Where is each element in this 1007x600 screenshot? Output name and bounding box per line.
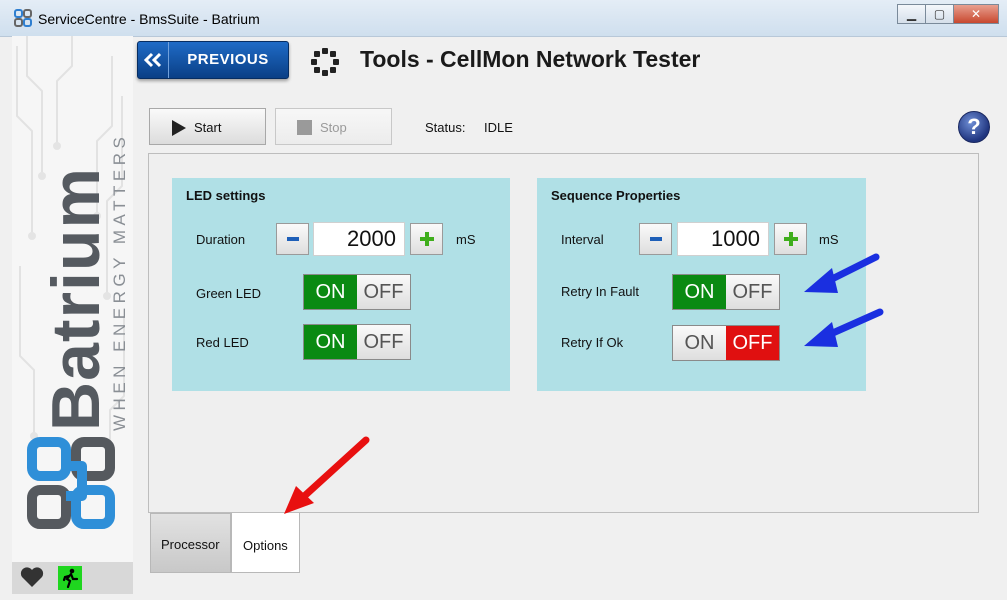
retry-in-fault-label: Retry In Fault [561, 284, 640, 299]
plus-icon [783, 232, 798, 246]
retry-in-fault-off[interactable]: OFF [726, 275, 779, 309]
plus-icon [419, 232, 434, 246]
window-controls: ▁ ▢ ✕ [897, 4, 999, 24]
heart-icon [20, 567, 44, 587]
red-led-on[interactable]: ON [304, 325, 357, 359]
tab-processor[interactable]: Processor [150, 513, 231, 573]
duration-decrement-button[interactable] [276, 223, 309, 255]
duration-unit: mS [456, 232, 476, 247]
stop-label: Stop [320, 120, 347, 135]
batrium-logo-icon [27, 437, 115, 529]
red-led-toggle[interactable]: ON OFF [303, 324, 411, 360]
interval-unit: mS [819, 232, 839, 247]
led-settings-title: LED settings [186, 188, 266, 203]
retry-in-fault-on[interactable]: ON [673, 275, 726, 309]
play-icon [172, 120, 186, 136]
page-title: Tools - CellMon Network Tester [360, 46, 701, 72]
previous-button[interactable]: PREVIOUS [137, 41, 289, 79]
stop-button[interactable]: Stop [275, 108, 392, 145]
sequence-properties-title: Sequence Properties [551, 188, 681, 203]
interval-label: Interval [561, 232, 604, 247]
minus-icon [649, 237, 662, 241]
close-button[interactable]: ✕ [953, 4, 999, 24]
red-led-off[interactable]: OFF [357, 325, 410, 359]
retry-if-ok-label: Retry If Ok [561, 335, 624, 350]
tools-icon [311, 48, 339, 76]
retry-in-fault-toggle[interactable]: ON OFF [672, 274, 780, 310]
stop-icon [297, 120, 312, 135]
tab-options-label: Options [243, 538, 288, 553]
led-settings-group: LED settings Duration 2000 mS Green LED … [172, 178, 510, 391]
status-value: IDLE [484, 120, 513, 135]
status-label: Status: [425, 120, 466, 135]
start-button[interactable]: Start [149, 108, 266, 145]
retry-if-ok-toggle[interactable]: ON OFF [672, 325, 780, 361]
duration-input[interactable]: 2000 [313, 222, 405, 256]
green-led-label: Green LED [196, 286, 262, 301]
brand-wordmark: Batrium WHEN ENERGY MATTERS [38, 131, 133, 431]
green-led-toggle[interactable]: ON OFF [303, 274, 411, 310]
green-led-on[interactable]: ON [304, 275, 357, 309]
brand-name: Batrium [38, 167, 114, 431]
retry-if-ok-off[interactable]: OFF [726, 326, 779, 360]
app-icon [14, 9, 32, 27]
tab-options[interactable]: Options [231, 513, 300, 573]
start-label: Start [194, 120, 222, 135]
duration-label: Duration [196, 232, 246, 247]
green-led-off[interactable]: OFF [357, 275, 410, 309]
chevron-double-left-icon [138, 42, 169, 78]
brand-sidebar: Batrium WHEN ENERGY MATTERS [12, 36, 133, 562]
exit-icon[interactable] [58, 566, 82, 590]
sidebar-statusbar [12, 562, 133, 594]
tab-processor-label: Processor [161, 537, 220, 552]
red-led-label: Red LED [196, 335, 249, 350]
minimize-button[interactable]: ▁ [897, 4, 925, 24]
interval-increment-button[interactable] [774, 223, 807, 255]
sequence-properties-group: Sequence Properties Interval 1000 mS Ret… [537, 178, 866, 391]
window-titlebar: ServiceCentre - BmsSuite - Batrium ▁ ▢ ✕ [0, 0, 1007, 37]
retry-if-ok-on[interactable]: ON [673, 326, 726, 360]
interval-input[interactable]: 1000 [677, 222, 769, 256]
options-panel: LED settings Duration 2000 mS Green LED … [148, 153, 979, 513]
interval-decrement-button[interactable] [639, 223, 672, 255]
window-title: ServiceCentre - BmsSuite - Batrium [38, 11, 260, 27]
duration-increment-button[interactable] [410, 223, 443, 255]
minus-icon [286, 237, 299, 241]
maximize-button[interactable]: ▢ [925, 4, 953, 24]
help-icon[interactable]: ? [958, 111, 990, 143]
brand-tagline: WHEN ENERGY MATTERS [110, 132, 129, 431]
previous-label: PREVIOUS [187, 51, 269, 68]
